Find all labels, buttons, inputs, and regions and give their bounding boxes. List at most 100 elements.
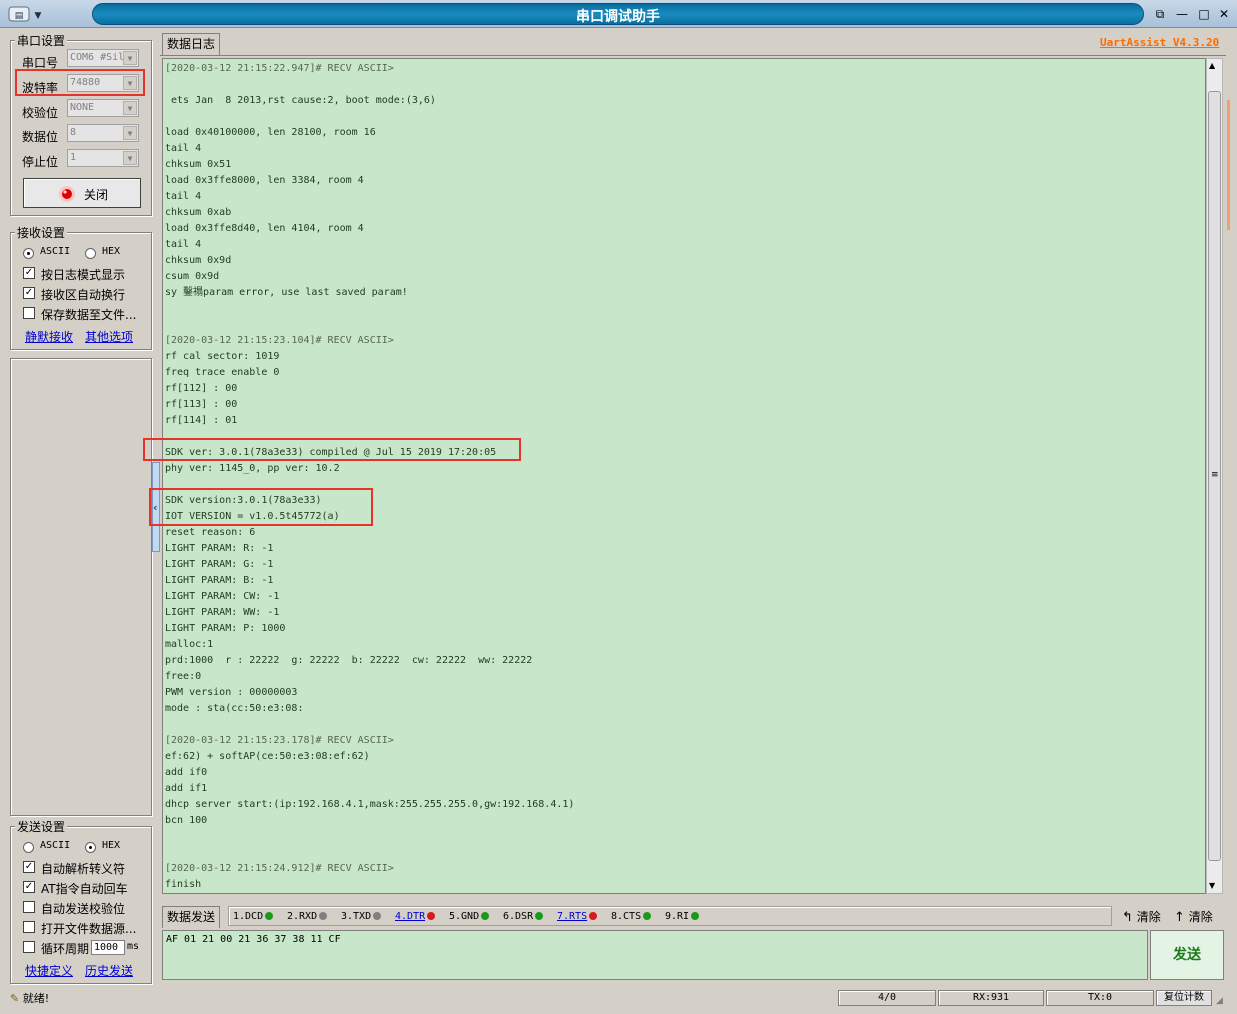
clear-send-button[interactable]: ↑ 清除 [1174, 908, 1213, 925]
gnd-led-icon [481, 912, 490, 920]
auto-escape-checkbox[interactable]: ✓ [23, 861, 35, 873]
stopbits-select[interactable]: 1 ▼ [67, 149, 139, 167]
auto-checksum-checkbox[interactable] [23, 901, 35, 913]
log-line: chksum 0x51 [165, 159, 232, 170]
log-line: load 0x3ffe8d40, len 4104, room 4 [165, 223, 364, 234]
minimize-button[interactable]: — [1174, 6, 1190, 22]
signal-rts[interactable]: 7.RTS [557, 908, 598, 926]
maximize-button[interactable]: □ [1196, 6, 1212, 22]
system-menu-icon[interactable]: ▤ ▼ [8, 5, 48, 23]
loop-label: 循环周期 [41, 942, 90, 956]
baud-select[interactable]: 74880 ▼ [67, 74, 139, 92]
baud-value: 74880 [70, 77, 101, 88]
restore-icon[interactable]: ⧉ [1152, 6, 1168, 22]
history-send-link[interactable]: 历史发送 [85, 962, 133, 979]
chevron-down-icon: ▼ [123, 126, 137, 140]
log-line: rf[113] : 00 [165, 399, 238, 410]
at-crlf-checkbox[interactable]: ✓ [23, 881, 35, 893]
log-line: reset reason: 6 [165, 527, 256, 538]
parity-select[interactable]: NONE ▼ [67, 99, 139, 117]
log-line: rf cal sector: 1019 [165, 351, 280, 362]
grip-icon: ≡ [1211, 470, 1219, 480]
clear-recv-label: 清除 [1136, 910, 1161, 924]
recv-settings-title: 接收设置 [15, 224, 68, 241]
save-file-checkbox[interactable] [23, 307, 35, 319]
loop-checkbox[interactable] [23, 941, 35, 953]
log-line: rf[114] : 01 [165, 415, 238, 426]
other-options-link[interactable]: 其他选项 [85, 328, 133, 345]
stopbits-label: 停止位 [22, 155, 59, 169]
log-line: malloc:1 [165, 639, 214, 650]
log-line: add if0 [165, 767, 208, 778]
signal-dsr: 6.DSR [503, 908, 544, 926]
log-line: phy ver: 1145_0, pp ver: 10.2 [165, 463, 340, 474]
clear-send-label: 清除 [1188, 910, 1213, 924]
signal-dtr[interactable]: 4.DTR [395, 908, 436, 926]
log-line: csum 0x9d [165, 271, 220, 282]
close-port-label: 关闭 [84, 188, 109, 202]
send-settings-title: 发送设置 [15, 818, 68, 835]
log-line: dhcp server start:(ip:192.168.4.1,mask:2… [165, 799, 575, 810]
scroll-up-icon[interactable]: ▲ [1209, 61, 1215, 70]
file-source-label: 打开文件数据源... [41, 922, 137, 936]
send-ascii-radio[interactable] [23, 842, 34, 853]
send-button[interactable]: 发送 [1150, 930, 1224, 980]
dtr-led-icon [427, 912, 436, 920]
log-line: bcn 100 [165, 815, 208, 826]
serial-settings-title: 串口设置 [15, 32, 68, 49]
databits-select[interactable]: 8 ▼ [67, 124, 139, 142]
log-tab-divider [160, 55, 1226, 56]
tab-data-send[interactable]: 数据发送 [162, 906, 221, 928]
log-line: ef:62) + softAP(ce:50:e3:08:ef:62) [165, 751, 370, 762]
edge-marker [1227, 100, 1230, 230]
close-port-button[interactable]: 关闭 [23, 178, 141, 208]
version-link[interactable]: UartAssist V4.3.20 [1100, 36, 1219, 49]
scroll-down-icon[interactable]: ▼ [1209, 881, 1215, 890]
chevron-down-icon: ▼ [123, 151, 137, 165]
log-line: LIGHT PARAM: B: -1 [165, 575, 274, 586]
log-line: [2020-03-12 21:15:23.178]# RECV ASCII> [165, 735, 394, 746]
port-select[interactable]: COM6 #Sil ▼ [67, 49, 139, 67]
status-pencil-icon: ✎ [10, 992, 20, 1005]
scrollbar-thumb[interactable]: ≡ [1208, 91, 1221, 861]
silent-recv-link[interactable]: 静默接收 [25, 328, 73, 345]
recv-ascii-radio[interactable] [23, 248, 34, 259]
log-line: load 0x40100000, len 28100, room 16 [165, 127, 376, 138]
loop-period-input[interactable]: 1000 [91, 940, 125, 955]
tab-data-log[interactable]: 数据日志 [162, 33, 221, 55]
dcd-led-icon [265, 912, 274, 920]
status-rx: RX:931 [938, 990, 1044, 1006]
send-hex-radio[interactable] [85, 842, 96, 853]
signal-cts: 8.CTS [611, 908, 652, 926]
stopbits-value: 1 [70, 152, 77, 163]
auto-escape-label: 自动解析转义符 [41, 862, 126, 876]
log-line: load 0x3ffe8000, len 3384, room 4 [165, 175, 364, 186]
recv-hex-radio[interactable] [85, 248, 96, 259]
log-line: LIGHT PARAM: CW: -1 [165, 591, 280, 602]
log-line: prd:1000 r : 22222 g: 22222 b: 22222 cw:… [165, 655, 533, 666]
signal-dcd: 1.DCD [233, 908, 274, 926]
log-line: LIGHT PARAM: G: -1 [165, 559, 274, 570]
send-hex-label: HEX [102, 840, 121, 851]
resize-grip-icon[interactable]: ◢ [1216, 996, 1223, 1006]
log-line: freq trace enable 0 [165, 367, 280, 378]
auto-wrap-checkbox[interactable]: ✓ [23, 287, 35, 299]
send-input[interactable]: AF 01 21 00 21 36 37 38 11 CF [162, 930, 1148, 980]
close-window-button[interactable]: ✕ [1216, 6, 1232, 22]
file-source-checkbox[interactable] [23, 921, 35, 933]
rxd-led-icon [319, 912, 328, 920]
rts-led-icon [589, 912, 598, 920]
receive-log-area[interactable]: [2020-03-12 21:15:22.947]# RECV ASCII> e… [162, 58, 1206, 894]
log-scrollbar[interactable]: ▲ ≡ ▼ [1206, 58, 1223, 894]
port-value: COM6 #Sil [70, 52, 125, 63]
chevron-down-icon: ▼ [123, 76, 137, 90]
loop-unit-label: ms [127, 941, 140, 952]
log-line: free:0 [165, 671, 202, 682]
recv-ascii-label: ASCII [40, 246, 71, 257]
clear-recv-button[interactable]: ↰ 清除 [1122, 908, 1161, 925]
shortcut-def-link[interactable]: 快捷定义 [25, 962, 73, 979]
reset-count-button[interactable]: 复位计数 [1156, 990, 1212, 1006]
auto-checksum-label: 自动发送校验位 [41, 902, 126, 916]
log-mode-checkbox[interactable]: ✓ [23, 267, 35, 279]
